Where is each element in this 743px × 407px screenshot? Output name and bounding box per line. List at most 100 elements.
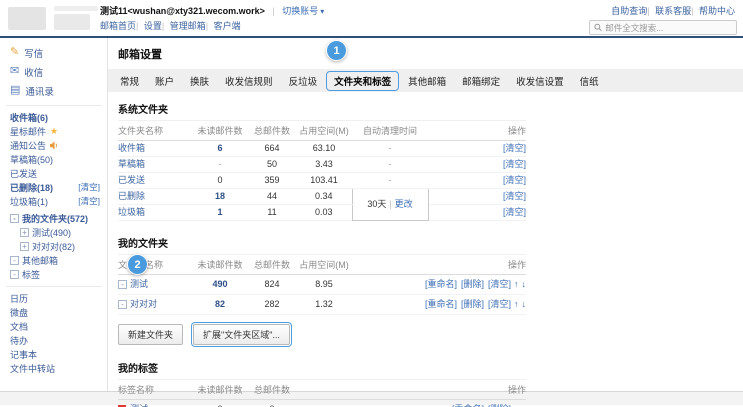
total-count: 664 <box>248 141 296 157</box>
empty-deleted-link[interactable]: [清空] <box>78 181 102 193</box>
file-transfer-label: 文件中转站 <box>10 362 55 375</box>
notes-label: 记事本 <box>10 348 37 361</box>
search-input[interactable] <box>605 23 732 33</box>
collapse-icon[interactable] <box>10 270 19 279</box>
tab-mail-rules[interactable]: 收发信规则 <box>217 74 281 88</box>
system-folders-title: 系统文件夹 <box>118 101 733 116</box>
folder-spam-link[interactable]: 垃圾箱 <box>118 207 145 217</box>
delete-link[interactable]: [删除] <box>461 299 484 309</box>
nav-client[interactable]: 客户端 <box>206 21 241 31</box>
myfolder-test-link[interactable]: 测试 <box>130 279 148 289</box>
empty-folder-link[interactable]: [清空] <box>503 207 526 217</box>
sidebar-item-labels[interactable]: 标签 <box>10 267 102 281</box>
rename-link[interactable]: [重命名] <box>425 299 457 309</box>
empty-spam-link[interactable]: [清空] <box>78 195 102 207</box>
contacts-label: 通讯录 <box>25 84 54 98</box>
size-value: 1.32 <box>296 295 352 315</box>
self-service-link[interactable]: 自助查询 <box>611 6 647 16</box>
folder-deleted-link[interactable]: 已删除 <box>118 191 145 201</box>
empty-link[interactable]: [清空] <box>488 299 511 309</box>
my-labels-table: 标签名称 未读邮件数 总邮件数 操作 测试 0 0 [重命名][删除] <box>118 379 526 407</box>
starred-label: 星标邮件 <box>10 125 46 138</box>
sidebar-item-folder-duiduidui[interactable]: 对对对(82) <box>10 239 102 253</box>
sidebar-item-drafts[interactable]: 草稿箱(50) <box>10 152 102 166</box>
unread-count: - <box>192 157 248 173</box>
sidebar-item-announcements[interactable]: 通知公告 <box>10 138 102 152</box>
annotation-step-2: 2 <box>127 254 148 275</box>
tab-send-receive-settings[interactable]: 收发信设置 <box>508 74 572 88</box>
myfolder-duiduidui-link[interactable]: 对对对 <box>130 299 157 309</box>
new-folder-button[interactable]: 新建文件夹 <box>118 324 183 345</box>
folder-sent-link[interactable]: 已发送 <box>118 175 145 185</box>
sidebar-item-todo[interactable]: 待办 <box>10 333 102 347</box>
sidebar-item-deleted[interactable]: 已删除(18) [清空] <box>10 180 102 194</box>
receive-button[interactable]: ✉ 收信 <box>10 62 102 81</box>
tab-stationery[interactable]: 信纸 <box>572 74 607 88</box>
logo-placeholder <box>8 7 46 30</box>
expand-icon[interactable] <box>20 228 29 237</box>
extend-folder-highlight-box: 扩展"文件夹区域"... <box>191 322 292 347</box>
sidebar-item-my-folders[interactable]: 我的文件夹(572) <box>10 211 102 225</box>
folder-drafts-link[interactable]: 草稿箱 <box>118 159 145 169</box>
move-up-icon[interactable] <box>514 279 519 289</box>
move-down-icon[interactable] <box>522 299 527 309</box>
unread-count: 0 <box>192 400 248 407</box>
sidebar-item-folder-test[interactable]: 测试(490) <box>10 225 102 239</box>
tab-mailbox-binding[interactable]: 邮箱绑定 <box>454 74 508 88</box>
help-center-link[interactable]: 帮助中心 <box>691 6 735 16</box>
table-row: 垃圾箱 1 11 0.03 [清空] <box>118 205 526 221</box>
table-row: 已发送 0 359 103.41 - [清空] <box>118 173 526 189</box>
expand-icon[interactable] <box>20 242 29 251</box>
sidebar-item-starred[interactable]: 星标邮件 <box>10 124 102 138</box>
switch-account-link[interactable]: 切换账号 <box>282 6 324 16</box>
table-row: 测试 0 0 [重命名][删除] <box>118 400 526 407</box>
tab-folders-and-labels[interactable]: 文件夹和标签 <box>326 71 399 91</box>
sidebar-item-file-transfer[interactable]: 文件中转站 <box>10 361 102 375</box>
sidebar-item-docs[interactable]: 文档 <box>10 319 102 333</box>
collapse-icon[interactable] <box>10 214 19 223</box>
tab-general[interactable]: 常规 <box>112 74 147 88</box>
sidebar-item-sent[interactable]: 已发送 <box>10 166 102 180</box>
empty-folder-link[interactable]: [清空] <box>503 143 526 153</box>
collapse-icon[interactable] <box>118 300 127 309</box>
tab-antispam[interactable]: 反垃圾 <box>281 74 326 88</box>
tab-account[interactable]: 账户 <box>147 74 182 88</box>
collapse-icon[interactable] <box>10 256 19 265</box>
size-value: 0.03 <box>296 205 352 221</box>
sidebar-item-other-mailbox[interactable]: 其他邮箱 <box>10 253 102 267</box>
sidebar-item-notes[interactable]: 记事本 <box>10 347 102 361</box>
compose-button[interactable]: ✎ 写信 <box>10 43 102 62</box>
sidebar-item-calendar[interactable]: 日历 <box>10 291 102 305</box>
empty-link[interactable]: [清空] <box>488 279 511 289</box>
size-value: 0.34 <box>296 189 352 205</box>
table-header-row: 文件夹名称 未读邮件数 总邮件数 占用空间(M) 自动清理时间 操作 <box>118 121 526 141</box>
collapse-icon[interactable] <box>118 280 127 289</box>
folder-inbox-link[interactable]: 收件箱 <box>118 143 145 153</box>
sidebar-item-spam[interactable]: 垃圾箱(1) [清空] <box>10 194 102 208</box>
spam-label: 垃圾箱(1) <box>10 195 48 208</box>
tab-other-mailbox[interactable]: 其他邮箱 <box>400 74 454 88</box>
empty-folder-link[interactable]: [清空] <box>503 175 526 185</box>
nav-manage-mailbox[interactable]: 管理邮箱 <box>162 21 206 31</box>
col-unread: 未读邮件数 <box>192 121 248 141</box>
nav-mail-home[interactable]: 邮箱首页 <box>100 21 136 31</box>
tab-skin[interactable]: 换肤 <box>182 74 217 88</box>
delete-link[interactable]: [删除] <box>461 279 484 289</box>
extend-folder-area-button[interactable]: 扩展"文件夹区域"... <box>193 324 290 345</box>
move-up-icon[interactable] <box>514 299 519 309</box>
contacts-button[interactable]: ▤ 通讯录 <box>10 81 102 100</box>
sidebar-item-wedrive[interactable]: 微盘 <box>10 305 102 319</box>
search-box[interactable] <box>589 20 737 35</box>
empty-folder-link[interactable]: [清空] <box>503 159 526 169</box>
sidebar-item-inbox[interactable]: 收件箱(6) <box>10 110 102 124</box>
rename-link[interactable]: [重命名] <box>425 279 457 289</box>
size-value: 63.10 <box>296 141 352 157</box>
col-total: 总邮件数 <box>248 380 296 400</box>
empty-folder-link[interactable]: [清空] <box>503 191 526 201</box>
nav-settings[interactable]: 设置 <box>136 21 162 31</box>
change-auto-clean-link[interactable]: 更改 <box>395 199 413 209</box>
move-down-icon[interactable] <box>522 279 527 289</box>
help-links: 自助查询联系客服帮助中心 <box>611 4 735 17</box>
my-folders-table: 文件夹名称 未读邮件数 总邮件数 占用空间(M) 操作 测试 490 824 8… <box>118 254 526 315</box>
contact-support-link[interactable]: 联系客服 <box>647 6 691 16</box>
